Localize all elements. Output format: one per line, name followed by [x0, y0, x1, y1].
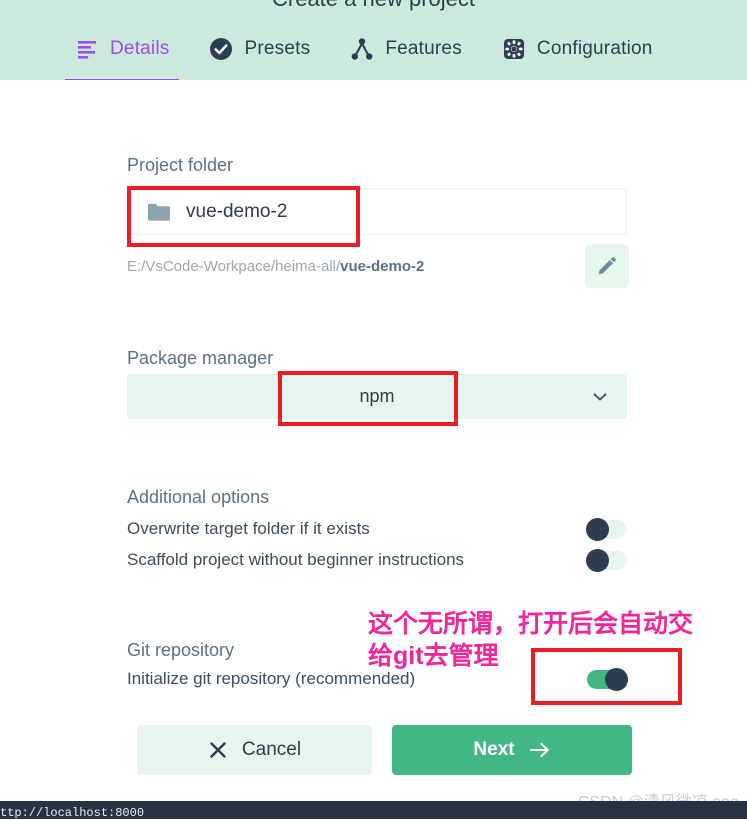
list-lines-icon — [75, 37, 99, 61]
tab-configuration-label: Configuration — [536, 38, 653, 59]
project-path: E:/VsCode-Workpace/heima-all/vue-demo-2 — [127, 258, 424, 275]
toggle-scaffold-without-instructions[interactable] — [586, 548, 627, 572]
project-path-folder: vue-demo-2 — [340, 258, 425, 275]
tab-features-label: Features — [385, 38, 462, 59]
tab-details-label: Details — [110, 38, 170, 59]
package-manager-select[interactable]: npm — [127, 374, 627, 419]
tab-features[interactable]: Features — [330, 28, 482, 70]
option-row-init-git: Initialize git repository (recommended) — [127, 665, 628, 693]
option-label-overwrite: Overwrite target folder if it exists — [127, 519, 370, 538]
pencil-icon — [597, 256, 617, 276]
toggle-knob — [605, 667, 628, 691]
project-folder-name: vue-demo-2 — [186, 200, 288, 222]
page-title: Create a new project — [0, 0, 747, 12]
toggle-knob — [586, 517, 609, 541]
close-x-icon — [208, 740, 228, 760]
next-button[interactable]: Next — [392, 725, 632, 775]
next-button-label: Next — [473, 739, 515, 760]
check-circle-icon — [209, 37, 233, 61]
option-row-scaffold: Scaffold project without beginner instru… — [127, 546, 627, 574]
toggle-overwrite-target-folder[interactable] — [586, 517, 627, 541]
project-path-prefix: E:/VsCode-Workpace/heima-all/ — [127, 258, 341, 275]
sitemap-icon — [350, 37, 374, 61]
tab-bar: Details Presets Features Configuration — [55, 28, 673, 80]
header-band: Create a new project Details Presets — [0, 0, 747, 80]
tab-presets-label: Presets — [244, 38, 311, 59]
gear-square-icon — [502, 37, 526, 61]
additional-options-label: Additional options — [127, 487, 270, 507]
main-content: Project folder vue-demo-2 E:/VsCode-Work… — [0, 80, 747, 801]
git-repository-label: Git repository — [127, 640, 235, 660]
project-folder-label: Project folder — [127, 155, 234, 175]
folder-icon — [148, 203, 170, 221]
tab-details[interactable]: Details — [55, 28, 189, 80]
project-folder-field[interactable]: vue-demo-2 — [127, 188, 627, 235]
option-label-scaffold: Scaffold project without beginner instru… — [127, 550, 465, 569]
status-bar-url: ttp://localhost:8000 — [0, 806, 145, 820]
cancel-button-label: Cancel — [241, 739, 302, 760]
option-label-init-git: Initialize git repository (recommended) — [127, 669, 416, 688]
toggle-initialize-git-repository[interactable] — [587, 667, 628, 691]
package-manager-label: Package manager — [127, 348, 274, 368]
edit-path-button[interactable] — [585, 244, 629, 288]
toggle-knob — [586, 548, 609, 572]
option-row-overwrite: Overwrite target folder if it exists — [127, 515, 627, 543]
package-manager-value: npm — [359, 386, 395, 406]
tab-configuration[interactable]: Configuration — [482, 28, 673, 70]
cancel-button[interactable]: Cancel — [137, 725, 372, 775]
arrow-right-icon — [529, 740, 551, 760]
chevron-down-icon — [591, 388, 609, 406]
tab-presets[interactable]: Presets — [189, 28, 330, 70]
